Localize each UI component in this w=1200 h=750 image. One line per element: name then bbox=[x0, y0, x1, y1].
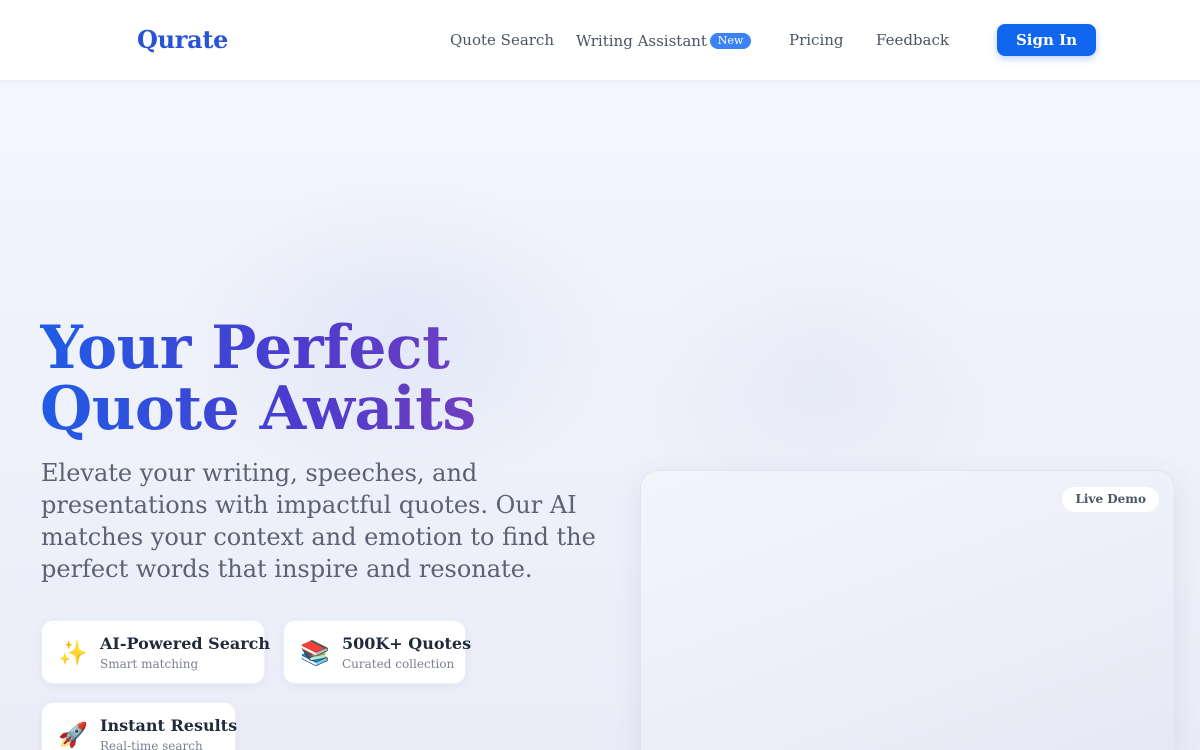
nav-quote-search[interactable]: Quote Search bbox=[450, 31, 554, 49]
hero-description: Elevate your writing, speeches, and pres… bbox=[41, 459, 596, 583]
feature-subtitle: Real-time search bbox=[100, 739, 203, 750]
top-navbar: Qurate Quote Search Writing Assistant Ne… bbox=[0, 0, 1200, 81]
live-demo-badge: Live Demo bbox=[1062, 487, 1159, 512]
logo[interactable]: Qurate bbox=[137, 25, 228, 54]
hero-title: Your Perfect Quote Awaits bbox=[40, 318, 600, 440]
nav-feedback[interactable]: Feedback bbox=[876, 31, 949, 49]
feature-title: Instant Results bbox=[100, 716, 238, 735]
feature-card-instant-results: 🚀 Instant Results Real-time search bbox=[41, 702, 238, 750]
feature-subtitle: Smart matching bbox=[100, 657, 199, 671]
feature-subtitle: Curated collection bbox=[342, 657, 455, 671]
nav-pricing[interactable]: Pricing bbox=[789, 31, 844, 49]
nav-writing-assistant[interactable]: Writing Assistant bbox=[576, 32, 707, 50]
feature-title: 500K+ Quotes bbox=[342, 634, 472, 653]
books-icon: 📚 bbox=[300, 639, 330, 667]
new-badge: New bbox=[710, 33, 751, 49]
hero-title-line-2: Quote Awaits bbox=[40, 374, 476, 444]
rocket-icon: 🚀 bbox=[58, 721, 88, 749]
feature-title: AI-Powered Search bbox=[100, 634, 271, 653]
live-demo-panel: Live Demo bbox=[640, 470, 1175, 750]
feature-card-quotes: 📚 500K+ Quotes Curated collection bbox=[283, 620, 471, 684]
hero-title-line-1: Your Perfect bbox=[40, 313, 450, 383]
sign-in-button[interactable]: Sign In bbox=[997, 24, 1096, 56]
feature-card-ai-search: ✨ AI-Powered Search Smart matching bbox=[41, 620, 270, 684]
sparkles-icon: ✨ bbox=[58, 639, 88, 667]
